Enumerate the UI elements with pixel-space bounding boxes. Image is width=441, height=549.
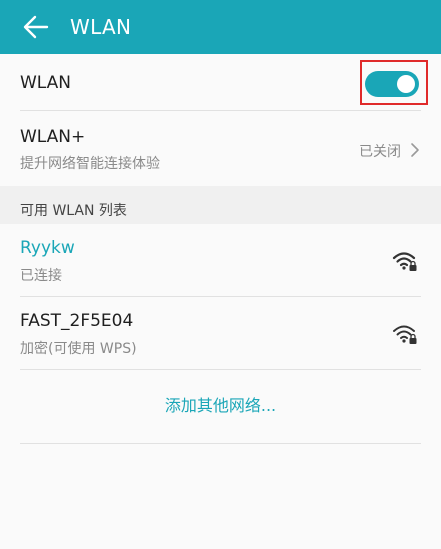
section-header-label: 可用 WLAN 列表 — [20, 203, 127, 219]
page-title: WLAN — [70, 15, 132, 39]
wlan-toggle-label: WLAN — [20, 73, 72, 93]
available-networks-header: 可用 WLAN 列表 — [0, 186, 441, 224]
network-item[interactable]: Ryykw 已连接 — [0, 224, 441, 296]
divider — [20, 443, 421, 444]
network-status: 已连接 — [20, 268, 62, 284]
wlan-toggle-switch[interactable] — [365, 71, 419, 97]
divider — [20, 369, 421, 370]
wifi-lock-icon — [392, 250, 418, 272]
chevron-right-icon — [410, 142, 420, 158]
toggle-knob — [397, 75, 415, 93]
network-ssid: Ryykw — [20, 238, 75, 258]
add-other-network-link[interactable]: 添加其他网络... — [0, 392, 441, 416]
network-item[interactable]: FAST_2F5E04 加密(可使用 WPS) — [0, 297, 441, 369]
wlan-plus-title: WLAN+ — [20, 127, 86, 147]
network-ssid: FAST_2F5E04 — [20, 311, 134, 331]
app-bar: WLAN — [0, 0, 441, 54]
wlan-plus-row[interactable]: WLAN+ 提升网络智能连接体验 已关闭 — [0, 111, 441, 186]
wifi-lock-icon — [392, 323, 418, 345]
wlan-plus-status: 已关闭 — [359, 144, 401, 160]
wlan-plus-subtitle: 提升网络智能连接体验 — [20, 156, 160, 172]
back-arrow-icon[interactable] — [22, 13, 50, 41]
network-status: 加密(可使用 WPS) — [20, 341, 137, 357]
